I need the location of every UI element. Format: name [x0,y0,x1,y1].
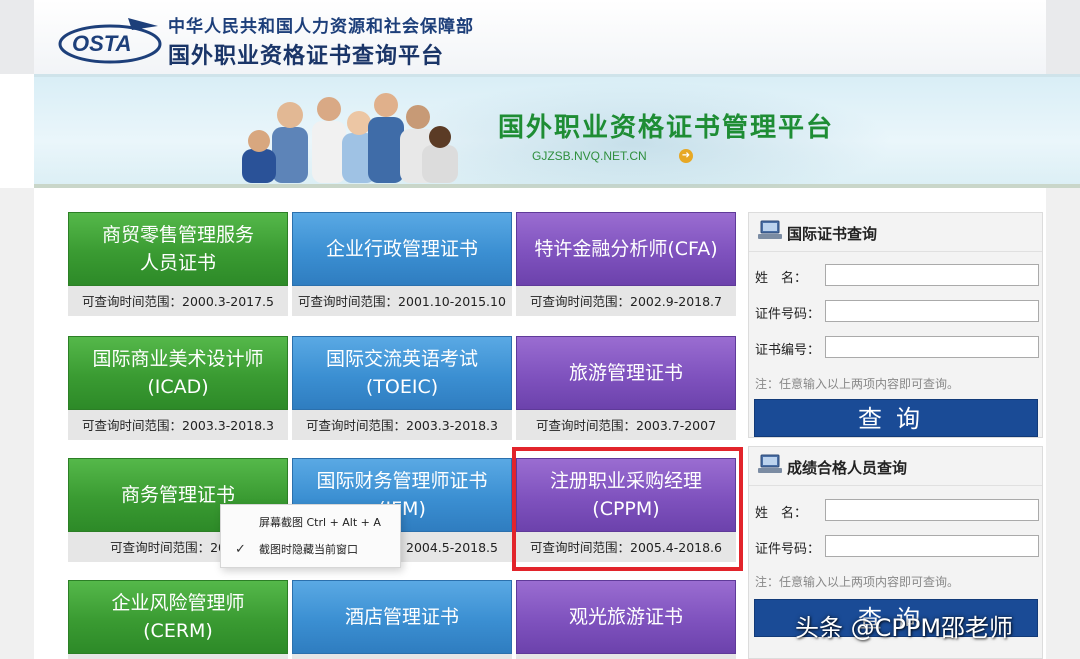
site-header: OSTA 中华人民共和国人力资源和社会保障部 国外职业资格证书查询平台 [0,0,1080,74]
id-row: 证件号码： [755,300,1039,322]
osta-logo[interactable]: OSTA [58,14,168,66]
menu-item-hide-window[interactable]: ✓ 截图时隐藏当前窗口 [221,537,402,563]
right-gutter [1046,188,1080,659]
computer-icon [758,454,782,473]
cert-tile-button[interactable]: 商贸零售管理服务 人员证书 [68,212,288,286]
cert-tile-button[interactable]: 观光旅游证书 [516,580,736,654]
cert-tile-button[interactable]: 国际商业美术设计师 (ICAD) [68,336,288,410]
cert-query-range: 可查询时间范围：2003.7-2007 [535,418,717,433]
watermark: 头条 @CPPM邵老师 [795,614,1014,642]
left-gutter [0,188,34,659]
cert-tile[interactable]: 国际商业美术设计师 (ICAD) 可查询时间范围：2003.3-2018.3 [68,336,288,440]
score-id-label: 证件号码： [755,542,821,557]
score-name-row: 姓 名： [755,499,1039,521]
banner: 国外职业资格证书管理平台 GJZSB.NVQ.NET.CN ➜ [34,74,1080,188]
cert-tile[interactable]: 企业风险管理师 (CERM) [68,580,288,659]
cert-tile[interactable]: 酒店管理证书 [292,580,512,659]
cert-tile-button[interactable]: 酒店管理证书 [292,580,512,654]
cert-query-range: 可查询时间范围：2002.9-2018.7 [530,294,722,309]
score-id-row: 证件号码： [755,535,1039,557]
ministry-name: 中华人民共和国人力资源和社会保障部 [168,17,474,37]
cert-tile[interactable]: 商贸零售管理服务 人员证书可查询时间范围：2000.3-2017.5 [68,212,288,316]
cert-tile[interactable]: 观光旅游证书 [516,580,736,659]
checkmark-icon: ✓ [235,542,246,557]
id-number-input[interactable] [825,300,1039,322]
cert-tile-button[interactable]: 特许金融分析师(CFA) [516,212,736,286]
name-row: 姓 名： [755,264,1039,286]
banner-url[interactable]: GJZSB.NVQ.NET.CN [532,149,647,163]
cert-tile-button[interactable]: 国际交流英语考试 (TOEIC) [292,336,512,410]
menu-item-screenshot[interactable]: 屏幕截图 Ctrl + Alt + A [221,510,402,536]
cert-tile-button[interactable]: 企业风险管理师 (CERM) [68,580,288,654]
cert-number-label: 证书编号： [755,343,821,358]
people-photo [242,93,458,183]
cert-tile[interactable]: 特许金融分析师(CFA) 可查询时间范围：2002.9-2018.7 [516,212,736,316]
cert-row: 证书编号： [755,336,1039,358]
score-query-title: 成绩合格人员查询 [787,459,908,477]
id-number-label: 证件号码： [755,307,821,322]
score-name-input[interactable] [825,499,1039,521]
cert-query-button[interactable]: 查询 [754,399,1038,437]
banner-title: 国外职业资格证书管理平台 [498,113,835,143]
cert-query-title: 国际证书查询 [787,225,878,243]
header-left-edge [0,0,34,74]
cert-tile-button[interactable]: 企业行政管理证书 [292,212,512,286]
name-label: 姓 名： [755,271,808,286]
cert-tile-button[interactable]: 旅游管理证书 [516,336,736,410]
cppm-highlight-box [512,447,743,571]
context-menu: 屏幕截图 Ctrl + Alt + A ✓ 截图时隐藏当前窗口 [220,504,401,568]
cert-tile[interactable]: 国际交流英语考试 (TOEIC) 可查询时间范围：2003.3-2018.3 [292,336,512,440]
svg-text:OSTA: OSTA [72,31,131,56]
query-note: 注：任意输入以上两项内容即可查询。 [755,377,960,391]
menu-item-hide-window-label: 截图时隐藏当前窗口 [259,543,358,556]
go-arrow-icon[interactable]: ➜ [679,149,693,163]
score-query-note: 注：任意输入以上两项内容即可查询。 [755,575,960,589]
platform-title: 国外职业资格证书查询平台 [168,44,445,69]
name-input[interactable] [825,264,1039,286]
cert-query-panel: 国际证书查询 姓 名： 证件号码： 证书编号： 注：任意输入以上两项内容即可查询… [748,212,1043,438]
header-right-edge [1046,0,1080,74]
score-id-input[interactable] [825,535,1039,557]
score-name-label: 姓 名： [755,506,808,521]
cert-query-range: 可查询时间范围：2003.3-2018.3 [82,418,274,433]
panel-divider [749,485,1042,486]
computer-icon [758,220,782,239]
cert-number-input[interactable] [825,336,1039,358]
cert-tile[interactable]: 旅游管理证书可查询时间范围：2003.7-2007 [516,336,736,440]
cert-query-range: 可查询时间范围：2003.3-2018.3 [306,418,498,433]
cert-tile[interactable]: 企业行政管理证书可查询时间范围：2001.10-2015.10 [292,212,512,316]
cert-query-range: 可查询时间范围：2001.10-2015.10 [298,294,506,309]
panel-divider [749,251,1042,252]
cert-query-range: 可查询时间范围：2000.3-2017.5 [82,294,274,309]
